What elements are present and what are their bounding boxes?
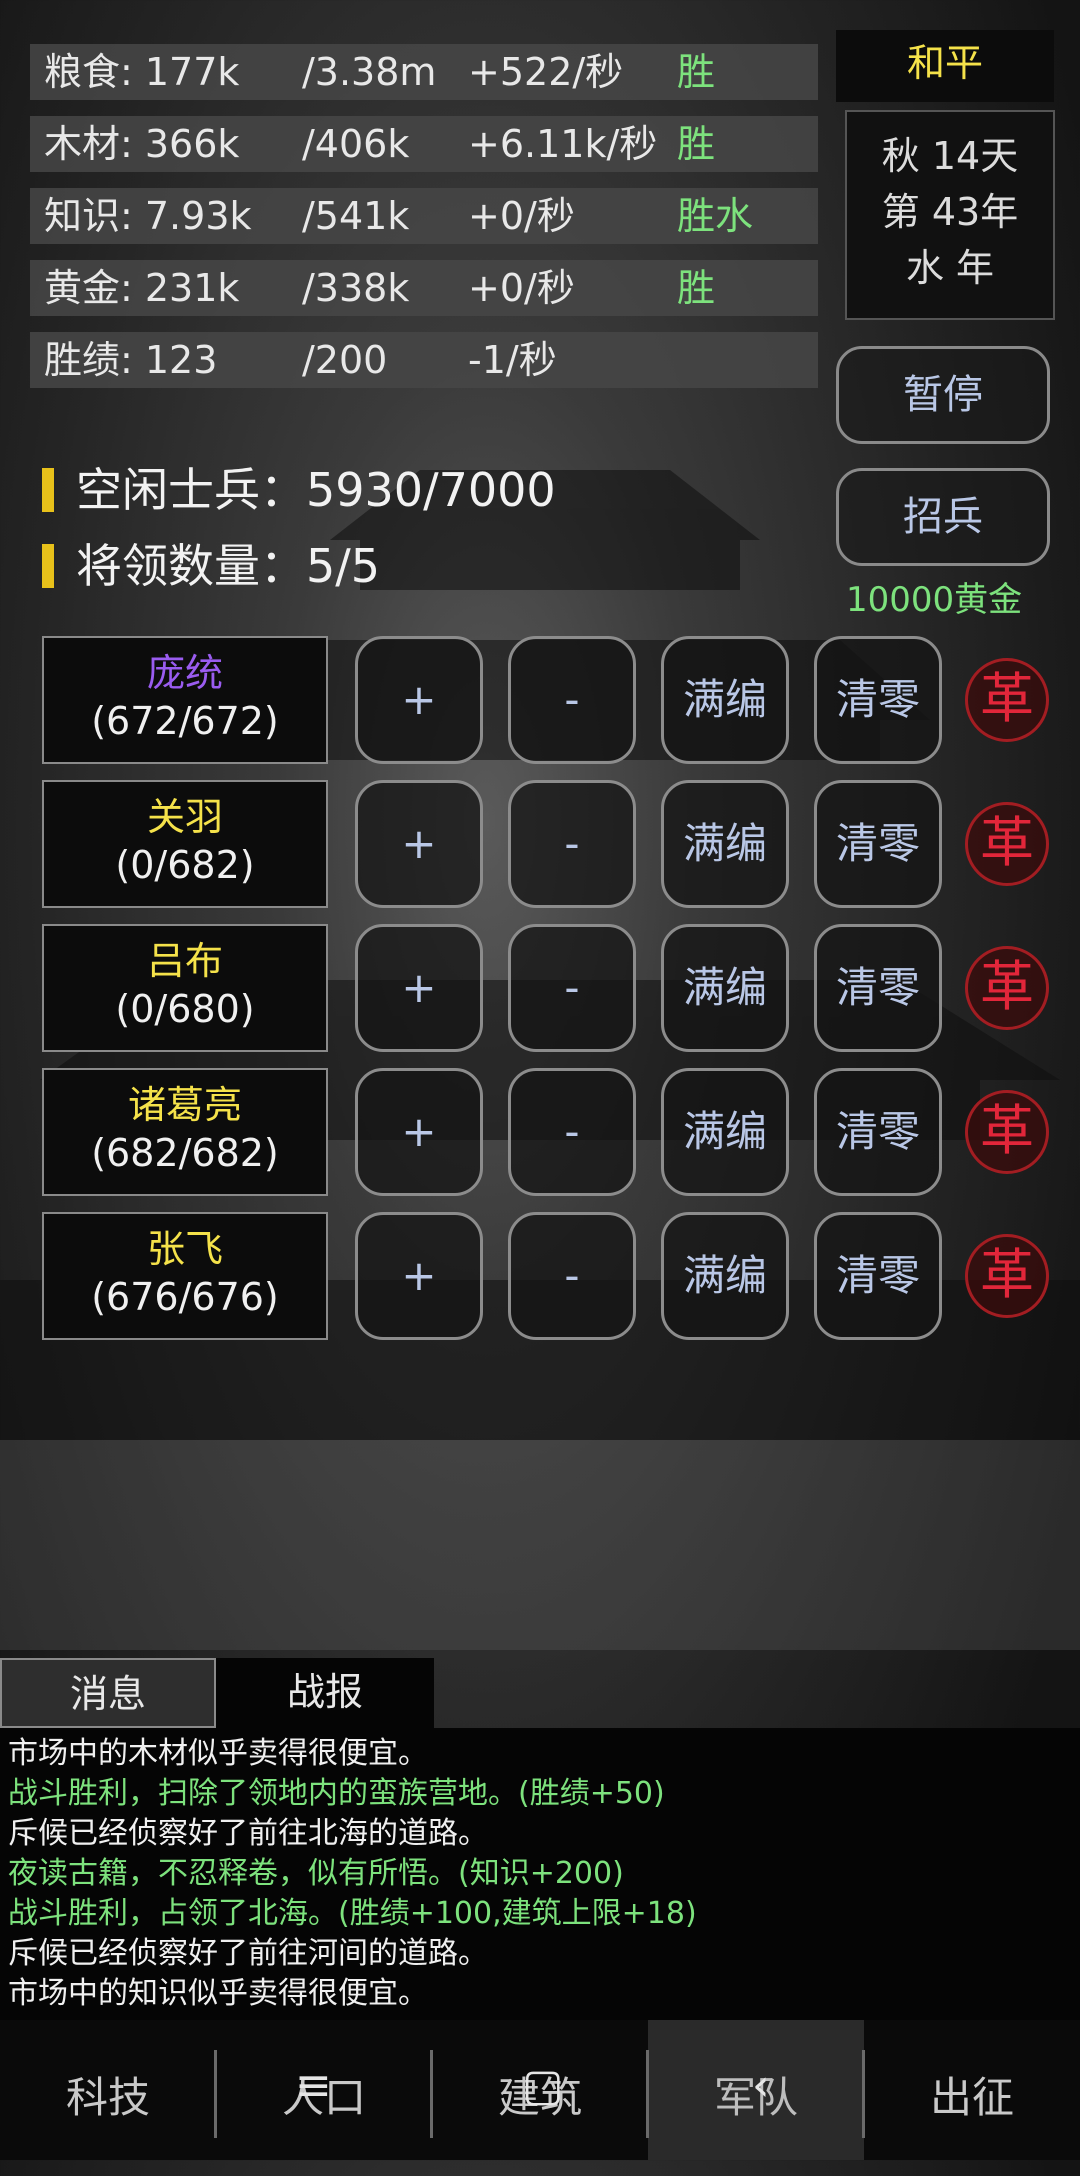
year-number: 第 43年 (881, 190, 1019, 234)
tab-messages[interactable]: 消息 (0, 1658, 216, 1728)
resource-name: 木材: 366k (44, 122, 240, 166)
clear-button[interactable]: 清零 (814, 780, 942, 908)
log-entry: 战斗胜利，扫除了领地内的蛮族营地。(胜绩+50) (8, 1776, 665, 1811)
idle-soldiers: 空闲士兵：5930/7000 (42, 454, 556, 520)
resource-name: 黄金: 231k (44, 266, 240, 310)
general-name: 张飞 (146, 1227, 223, 1271)
general-troops: (0/680) (115, 987, 255, 1031)
general-card[interactable]: 诸葛亮 (682/682) (42, 1068, 328, 1196)
resource-max: /200 (302, 338, 388, 382)
add-soldier-button[interactable]: + (355, 1212, 483, 1340)
revolt-button[interactable]: 革 (965, 802, 1049, 886)
peace-status: 和平 (836, 30, 1054, 102)
resource-name: 粮食: 177k (44, 50, 240, 94)
idle-soldiers-marker (42, 468, 54, 512)
remove-soldier-button[interactable]: - (508, 1212, 636, 1340)
fill-button[interactable]: 满编 (661, 636, 789, 764)
fill-button[interactable]: 满编 (661, 1068, 789, 1196)
resource-row: 胜绩: 123/200 -1/秒 (30, 332, 818, 388)
add-soldier-button[interactable]: + (355, 780, 483, 908)
clear-button[interactable]: 清零 (814, 924, 942, 1052)
nav-divider (862, 2050, 865, 2138)
nav-tab-0[interactable]: 科技 (0, 2020, 216, 2160)
resource-name: 胜绩: 123 (44, 338, 218, 382)
nav-tab-4[interactable]: 出征 (864, 2020, 1080, 2160)
general-name: 吕布 (146, 939, 223, 983)
resource-tag: 胜水 (677, 194, 754, 238)
resource-rate: +0/秒 (468, 266, 575, 310)
resource-max: /338k (302, 266, 410, 310)
recruit-cost: 10000黄金 (846, 580, 1023, 620)
general-count-marker (42, 544, 54, 588)
fill-button[interactable]: 满编 (661, 924, 789, 1052)
resource-max: /406k (302, 122, 410, 166)
tab-battle-report[interactable]: 战报 (216, 1658, 434, 1728)
general-card[interactable]: 吕布 (0/680) (42, 924, 328, 1052)
resource-rate: +0/秒 (468, 194, 575, 238)
add-soldier-button[interactable]: + (355, 1068, 483, 1196)
remove-soldier-button[interactable]: - (508, 636, 636, 764)
general-card[interactable]: 庞统 (672/672) (42, 636, 328, 764)
menu-icon[interactable]: ≡ (295, 2064, 332, 2108)
resource-max: /541k (302, 194, 410, 238)
revolt-button[interactable]: 革 (965, 658, 1049, 742)
log-entry: 斥候已经侦察好了前往河间的道路。 (8, 1936, 488, 1971)
message-log: 市场中的木材似乎卖得很便宜。战斗胜利，扫除了领地内的蛮族营地。(胜绩+50) 斥候… (0, 1728, 1080, 2020)
resource-tag: 胜 (677, 50, 716, 94)
general-name: 关羽 (146, 795, 223, 839)
resource-rate: +522/秒 (468, 50, 624, 94)
general-card[interactable]: 关羽 (0/682) (42, 780, 328, 908)
revolt-button[interactable]: 革 (965, 1090, 1049, 1174)
log-entry: 战斗胜利，占领了北海。(胜绩+100,建筑上限+18) (8, 1896, 697, 1931)
season-day: 秋 14天 (881, 134, 1019, 178)
log-entry: 市场中的木材似乎卖得很便宜。 (8, 1736, 428, 1771)
back-icon[interactable]: ‹ (752, 2064, 770, 2108)
general-name: 诸葛亮 (127, 1083, 242, 1127)
idle-soldiers-text: 空闲士兵：5930/7000 (76, 463, 556, 517)
general-card[interactable]: 张飞 (676/676) (42, 1212, 328, 1340)
recruit-button[interactable]: 招兵 (836, 468, 1050, 566)
fill-button[interactable]: 满编 (661, 1212, 789, 1340)
nav-divider (214, 2050, 217, 2138)
clear-button[interactable]: 清零 (814, 636, 942, 764)
remove-soldier-button[interactable]: - (508, 924, 636, 1052)
resource-tag: 胜 (677, 266, 716, 310)
log-entry: 夜读古籍，不忍释卷，似有所悟。(知识+200) (8, 1856, 624, 1891)
resource-tag: 胜 (677, 122, 716, 166)
year-element: 水 年 (905, 246, 995, 290)
general-troops: (672/672) (91, 699, 279, 743)
general-troops: (0/682) (115, 843, 255, 887)
resource-rate: -1/秒 (468, 338, 557, 382)
fill-button[interactable]: 满编 (661, 780, 789, 908)
resource-row: 粮食: 177k/3.38m +522/秒 胜 (30, 44, 818, 100)
log-entry: 斥候已经侦察好了前往北海的道路。 (8, 1816, 488, 1851)
clear-button[interactable]: 清零 (814, 1212, 942, 1340)
nav-divider (646, 2050, 649, 2138)
remove-soldier-button[interactable]: - (508, 780, 636, 908)
add-soldier-button[interactable]: + (355, 924, 483, 1052)
log-entry: 市场中的知识似乎卖得很便宜。 (8, 1976, 428, 2011)
resource-row: 知识: 7.93k/541k +0/秒 胜水 (30, 188, 818, 244)
resource-max: /3.38m (302, 50, 437, 94)
clear-button[interactable]: 清零 (814, 1068, 942, 1196)
bottom-nav: 科技 人口 建筑 军队 出征 ≡ ▢ ‹ (0, 2020, 1080, 2160)
general-name: 庞统 (146, 651, 223, 695)
remove-soldier-button[interactable]: - (508, 1068, 636, 1196)
revolt-button[interactable]: 革 (965, 1234, 1049, 1318)
resource-name: 知识: 7.93k (44, 194, 252, 238)
general-troops: (682/682) (91, 1131, 279, 1175)
resource-row: 黄金: 231k/338k +0/秒 胜 (30, 260, 818, 316)
pause-button[interactable]: 暂停 (836, 346, 1050, 444)
general-troops: (676/676) (91, 1275, 279, 1319)
date-panel: 秋 14天 第 43年 水 年 (845, 110, 1055, 320)
resource-row: 木材: 366k/406k +6.11k/秒胜 (30, 116, 818, 172)
add-soldier-button[interactable]: + (355, 636, 483, 764)
revolt-button[interactable]: 革 (965, 946, 1049, 1030)
home-icon[interactable]: ▢ (522, 2064, 564, 2108)
general-count-text: 将领数量：5/5 (76, 539, 381, 593)
nav-divider (430, 2050, 433, 2138)
resource-rate: +6.11k/秒 (468, 122, 658, 166)
general-count: 将领数量：5/5 (42, 530, 380, 596)
